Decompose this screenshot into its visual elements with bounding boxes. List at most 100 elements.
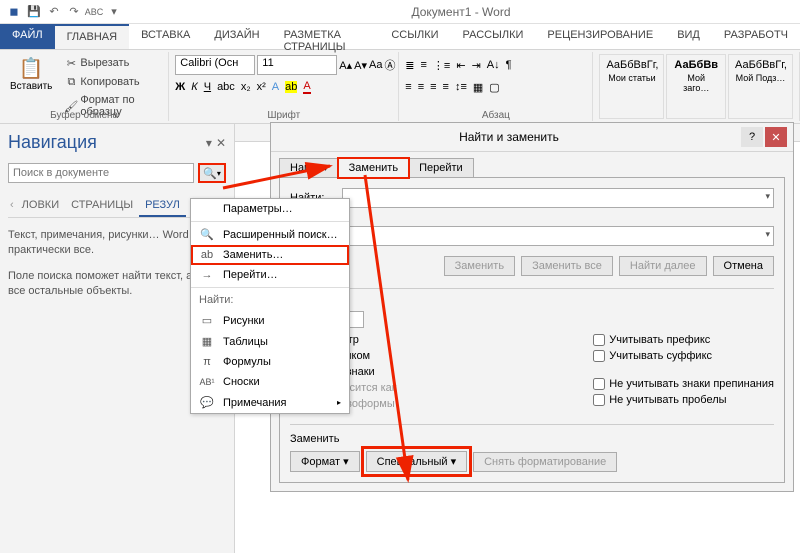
options-columns: ть регистр ово целиком вочные знаки Прои… xyxy=(290,334,774,410)
change-case-icon[interactable]: Aa xyxy=(369,58,382,72)
underline-button[interactable]: Ч xyxy=(204,81,211,93)
dialog-tab-replace[interactable]: Заменить xyxy=(338,158,409,178)
align-left-button[interactable]: ≡ xyxy=(405,81,411,93)
tab-developer[interactable]: РАЗРАБОТЧ xyxy=(712,24,800,49)
dialog-title: Найти и заменить xyxy=(277,130,741,144)
cut-button[interactable]: ✂Вырезать xyxy=(60,54,162,72)
find-combo[interactable] xyxy=(342,188,774,208)
dialog-help-icon[interactable]: ? xyxy=(741,127,763,147)
tab-review[interactable]: РЕЦЕНЗИРОВАНИЕ xyxy=(535,24,665,49)
sort-button[interactable]: A↓ xyxy=(487,59,500,71)
dialog-titlebar[interactable]: Найти и заменить ? ✕ xyxy=(271,123,793,152)
special-button[interactable]: Специальный ▾ xyxy=(366,451,467,472)
shading-button[interactable]: ▦ xyxy=(473,81,483,94)
line-spacing-button[interactable]: ↕≡ xyxy=(455,81,467,93)
shrink-font-icon[interactable]: A▾ xyxy=(354,58,367,72)
menu-goto[interactable]: →Перейти… xyxy=(191,265,349,285)
text-effects-button[interactable]: A xyxy=(272,81,279,93)
align-right-button[interactable]: ≡ xyxy=(430,81,436,93)
menu-replace[interactable]: abЗаменить… xyxy=(191,245,349,265)
italic-button[interactable]: К xyxy=(191,81,197,93)
tab-mailings[interactable]: РАССЫЛКИ xyxy=(451,24,536,49)
style-2[interactable]: АаБбВвГг,Мой Подз… xyxy=(728,54,793,119)
dialog-close-icon[interactable]: ✕ xyxy=(765,127,787,147)
chk-ignore-space[interactable]: Не учитывать пробелы xyxy=(593,394,774,406)
copy-button[interactable]: ⧉Копировать xyxy=(60,73,162,91)
tab-design[interactable]: ДИЗАЙН xyxy=(202,24,271,49)
strike-button[interactable]: abc xyxy=(217,81,235,93)
format-button[interactable]: Формат ▾ xyxy=(290,451,360,472)
borders-button[interactable]: ▢ xyxy=(489,81,499,94)
style-1[interactable]: АаБбВвМой заго… xyxy=(666,54,726,119)
replace-button[interactable]: Заменить xyxy=(444,256,515,276)
search-options-title: иска xyxy=(290,288,774,305)
undo-icon[interactable]: ↶ xyxy=(46,4,62,20)
tab-layout[interactable]: РАЗМЕТКА СТРАНИЦЫ xyxy=(272,24,380,49)
menu-find-footnotes[interactable]: AB¹Сноски xyxy=(191,372,349,392)
multilevel-button[interactable]: ⋮≡ xyxy=(433,59,450,72)
grow-font-icon[interactable]: A▴ xyxy=(339,58,352,72)
bullets-button[interactable]: ≣ xyxy=(405,59,414,72)
font-size-select[interactable]: 11 xyxy=(257,55,337,75)
cancel-button[interactable]: Отмена xyxy=(713,256,774,276)
no-formatting-button[interactable]: Снять форматирование xyxy=(473,452,617,472)
dialog-controls: ? ✕ xyxy=(741,127,787,147)
chk-suffix[interactable]: Учитывать суффикс xyxy=(593,350,774,362)
tab-insert[interactable]: ВСТАВКА xyxy=(129,24,202,49)
menu-advanced-find[interactable]: 🔍Расширенный поиск… xyxy=(191,224,349,245)
window-titlebar: ◼ 💾 ↶ ↷ ABC ▾ Документ1 - Word xyxy=(0,0,800,24)
nav-tab-headings[interactable]: ЛОВКИ xyxy=(16,195,65,217)
replace-combo[interactable] xyxy=(342,226,774,246)
menu-find-comments[interactable]: 💬Примечания▸ xyxy=(191,392,349,413)
spellcheck-icon[interactable]: ABC xyxy=(86,4,102,20)
dialog-body: Найти: Заменить Заменить все Найти далее… xyxy=(279,177,785,483)
inc-indent-button[interactable]: ⇥ xyxy=(472,59,481,72)
font-color-button[interactable]: A xyxy=(303,80,310,94)
bold-button[interactable]: Ж xyxy=(175,81,185,93)
ribbon-body: 📋 Вставить ✂Вырезать ⧉Копировать 🖌Формат… xyxy=(0,50,800,124)
highlight-button[interactable]: ab xyxy=(285,81,297,93)
dec-indent-button[interactable]: ⇤ xyxy=(456,59,465,72)
numbering-button[interactable]: ≡ xyxy=(421,59,427,71)
style-0[interactable]: АаБбВвГг,Мои статьи xyxy=(599,54,664,119)
dialog-tab-find[interactable]: Найти ▾ xyxy=(279,158,339,177)
chk-prefix[interactable]: Учитывать префикс xyxy=(593,334,774,346)
tab-view[interactable]: ВИД xyxy=(665,24,712,49)
options-col-right: Учитывать префикс Учитывать суффикс Не у… xyxy=(593,334,774,410)
save-icon[interactable]: 💾 xyxy=(26,4,42,20)
align-center-button[interactable]: ≡ xyxy=(418,81,424,93)
paste-button[interactable]: 📋 Вставить xyxy=(6,54,56,110)
nav-tab-results[interactable]: РЕЗУЛ xyxy=(139,195,186,217)
menu-find-pictures[interactable]: ▭Рисунки xyxy=(191,310,349,331)
search-dropdown-button[interactable]: 🔍 ▾ xyxy=(198,163,226,183)
tab-references[interactable]: ССЫЛКИ xyxy=(379,24,450,49)
nav-tab-pages[interactable]: СТРАНИЦЫ xyxy=(65,195,139,217)
menu-options[interactable]: Параметры… xyxy=(191,199,349,219)
tab-home[interactable]: ГЛАВНАЯ xyxy=(55,24,129,49)
search-input[interactable] xyxy=(8,163,194,183)
footer-title: Заменить xyxy=(290,433,774,445)
nav-dropdown-icon[interactable]: ▾ xyxy=(206,136,212,150)
chevron-down-icon: ▾ xyxy=(217,169,221,178)
justify-button[interactable]: ≡ xyxy=(443,81,449,93)
show-marks-button[interactable]: ¶ xyxy=(506,59,512,71)
search-icon: 🔍 xyxy=(199,228,215,241)
menu-find-formulas[interactable]: πФормулы xyxy=(191,352,349,372)
redo-icon[interactable]: ↷ xyxy=(66,4,82,20)
document-title: Документ1 - Word xyxy=(122,5,800,19)
tab-file[interactable]: ФАЙЛ xyxy=(0,24,55,49)
chk-ignore-punct[interactable]: Не учитывать знаки препинания xyxy=(593,378,774,390)
superscript-button[interactable]: x² xyxy=(257,81,266,93)
nav-scroll-left-icon[interactable]: ‹ xyxy=(8,195,16,217)
dialog-footer: Заменить Формат ▾ Специальный ▾ Снять фо… xyxy=(290,424,774,472)
find-next-button[interactable]: Найти далее xyxy=(619,256,707,276)
subscript-button[interactable]: x₂ xyxy=(241,81,251,93)
nav-close-icon[interactable]: ✕ xyxy=(216,136,226,150)
clear-format-icon[interactable]: Ⓐ xyxy=(384,58,395,72)
menu-find-tables[interactable]: ▦Таблицы xyxy=(191,331,349,352)
dialog-tab-goto[interactable]: Перейти xyxy=(408,158,474,177)
font-name-select[interactable]: Calibri (Осн xyxy=(175,55,255,75)
qat-dropdown-icon[interactable]: ▾ xyxy=(106,4,122,20)
replace-all-button[interactable]: Заменить все xyxy=(521,256,613,276)
dialog-buttons: Заменить Заменить все Найти далее Отмена xyxy=(290,256,774,276)
